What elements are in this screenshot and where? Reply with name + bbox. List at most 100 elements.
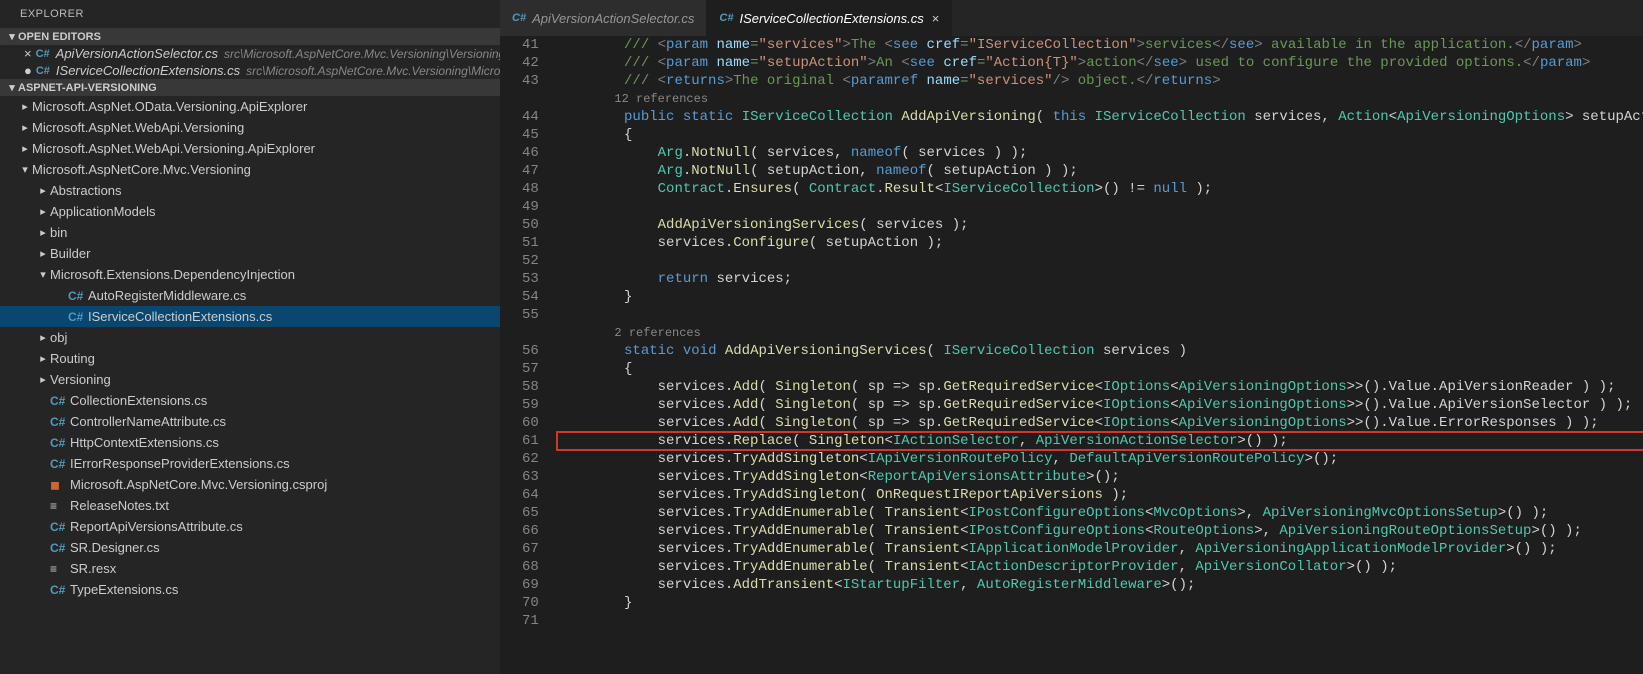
file-item[interactable]: ≡ReleaseNotes.txt	[0, 495, 500, 516]
file-item[interactable]: C#CollectionExtensions.cs	[0, 390, 500, 411]
code-line[interactable]: Arg.NotNull( services, nameof( services …	[557, 144, 1643, 162]
open-editor-item[interactable]: ●C#IServiceCollectionExtensions.cssrc\Mi…	[0, 62, 500, 79]
line-number: 67	[522, 540, 539, 558]
code-lens[interactable]: 12 references	[557, 90, 1643, 108]
csharp-icon: C#	[50, 541, 66, 555]
file-path: src\Microsoft.AspNetCore.Mvc.Versioning\…	[246, 64, 500, 78]
folder-item[interactable]: ▸Abstractions	[0, 180, 500, 201]
line-number: 69	[522, 576, 539, 594]
csharp-icon: C#	[719, 12, 733, 24]
code-line[interactable]: }	[557, 594, 1643, 612]
code-line[interactable]: /// <returns>The original <paramref name…	[557, 72, 1643, 90]
code-line[interactable]	[557, 306, 1643, 324]
tree-label: Abstractions	[50, 183, 122, 198]
line-number: 64	[522, 486, 539, 504]
modified-dot-icon[interactable]: ●	[24, 63, 32, 78]
file-item[interactable]: ≡SR.resx	[0, 558, 500, 579]
code-line[interactable]: {	[557, 360, 1643, 378]
close-icon[interactable]: ×	[932, 11, 940, 26]
tab-label: IServiceCollectionExtensions.cs	[739, 11, 923, 26]
chevron-right-icon: ▸	[36, 184, 50, 197]
tree-label: Microsoft.AspNet.WebApi.Versioning	[32, 120, 244, 135]
code-line[interactable]: /// <param name="services">The <see cref…	[557, 36, 1643, 54]
folder-item[interactable]: ▸Versioning	[0, 369, 500, 390]
folder-item[interactable]: ▸Microsoft.AspNet.WebApi.Versioning	[0, 117, 500, 138]
code-line[interactable]: services.TryAddSingleton( OnRequestIRepo…	[557, 486, 1643, 504]
folder-item[interactable]: ▾Microsoft.Extensions.DependencyInjectio…	[0, 264, 500, 285]
code-body[interactable]: /// <param name="services">The <see cref…	[557, 36, 1643, 674]
line-number: 50	[522, 216, 539, 234]
close-icon[interactable]: ×	[24, 46, 32, 61]
code-line[interactable]: services.TryAddEnumerable( Transient<IPo…	[557, 522, 1643, 540]
file-item[interactable]: C#IErrorResponseProviderExtensions.cs	[0, 453, 500, 474]
code-line[interactable]: services.Configure( setupAction );	[557, 234, 1643, 252]
folder-item[interactable]: ▸Microsoft.AspNet.OData.Versioning.ApiEx…	[0, 96, 500, 117]
code-editor[interactable]: 414243 444546474849505152535455 56575859…	[500, 36, 1643, 674]
chevron-down-icon: ▾	[18, 163, 32, 176]
csharp-icon: C#	[512, 12, 526, 24]
editor-tab[interactable]: C# ApiVersionActionSelector.cs	[500, 0, 707, 36]
tree-label: bin	[50, 225, 67, 240]
tree-label: SR.resx	[70, 561, 116, 576]
folder-item[interactable]: ▸Builder	[0, 243, 500, 264]
code-line[interactable]: services.Add( Singleton( sp => sp.GetReq…	[557, 396, 1643, 414]
line-number: 49	[522, 198, 539, 216]
code-line[interactable]: services.TryAddEnumerable( Transient<IAc…	[557, 558, 1643, 576]
code-line[interactable]: return services;	[557, 270, 1643, 288]
code-line[interactable]: services.Add( Singleton( sp => sp.GetReq…	[557, 378, 1643, 396]
code-line[interactable]: /// <param name="setupAction">An <see cr…	[557, 54, 1643, 72]
folder-item[interactable]: ▸ApplicationModels	[0, 201, 500, 222]
csharp-icon: C#	[50, 415, 66, 429]
explorer-title: EXPLORER	[0, 0, 500, 28]
folder-item[interactable]: ▸Microsoft.AspNet.WebApi.Versioning.ApiE…	[0, 138, 500, 159]
line-gutter: 414243 444546474849505152535455 56575859…	[500, 36, 557, 674]
code-line[interactable]	[557, 198, 1643, 216]
file-item[interactable]: C#AutoRegisterMiddleware.cs	[0, 285, 500, 306]
tree-label: CollectionExtensions.cs	[70, 393, 207, 408]
code-line[interactable]: services.TryAddEnumerable( Transient<IAp…	[557, 540, 1643, 558]
file-item[interactable]: C#SR.Designer.cs	[0, 537, 500, 558]
code-line[interactable]: services.Add( Singleton( sp => sp.GetReq…	[557, 414, 1643, 432]
line-number: 71	[522, 612, 539, 630]
code-line[interactable]: services.TryAddSingleton<ReportApiVersio…	[557, 468, 1643, 486]
file-item[interactable]: C#HttpContextExtensions.cs	[0, 432, 500, 453]
code-line[interactable]: AddApiVersioningServices( services );	[557, 216, 1643, 234]
folder-item[interactable]: ▸bin	[0, 222, 500, 243]
code-line[interactable]: services.TryAddSingleton<IApiVersionRout…	[557, 450, 1643, 468]
code-line[interactable]: Contract.Ensures( Contract.Result<IServi…	[557, 180, 1643, 198]
line-number: 60	[522, 414, 539, 432]
code-line[interactable]	[557, 252, 1643, 270]
code-line[interactable]: }	[557, 288, 1643, 306]
file-item[interactable]: C#IServiceCollectionExtensions.cs	[0, 306, 500, 327]
folder-item[interactable]: ▸Routing	[0, 348, 500, 369]
line-number: 65	[522, 504, 539, 522]
code-lens[interactable]: 2 references	[557, 324, 1643, 342]
file-item[interactable]: ◼Microsoft.AspNetCore.Mvc.Versioning.csp…	[0, 474, 500, 495]
line-number: 56	[522, 342, 539, 360]
folder-item[interactable]: ▸obj	[0, 327, 500, 348]
file-item[interactable]: C#TypeExtensions.cs	[0, 579, 500, 600]
tree-label: ReportApiVersionsAttribute.cs	[70, 519, 243, 534]
code-line[interactable]: services.Replace( Singleton<IActionSelec…	[557, 432, 1643, 450]
folder-item[interactable]: ▾Microsoft.AspNetCore.Mvc.Versioning	[0, 159, 500, 180]
line-number: 55	[522, 306, 539, 324]
code-line[interactable]: services.AddTransient<IStartupFilter, Au…	[557, 576, 1643, 594]
file-item[interactable]: C#ControllerNameAttribute.cs	[0, 411, 500, 432]
code-line[interactable]: static void AddApiVersioningServices( IS…	[557, 342, 1643, 360]
open-editors-header[interactable]: ▾ OPEN EDITORS	[0, 28, 500, 45]
tree-label: Microsoft.AspNet.OData.Versioning.ApiExp…	[32, 99, 307, 114]
code-line[interactable]: {	[557, 126, 1643, 144]
file-name: IServiceCollectionExtensions.cs	[56, 63, 240, 78]
project-header[interactable]: ▾ ASPNET-API-VERSIONING	[0, 79, 500, 96]
open-editor-item[interactable]: ×C#ApiVersionActionSelector.cssrc\Micros…	[0, 45, 500, 62]
code-line[interactable]: public static IServiceCollection AddApiV…	[557, 108, 1643, 126]
line-number: 54	[522, 288, 539, 306]
tab-label: ApiVersionActionSelector.cs	[532, 11, 694, 26]
code-line[interactable]: services.TryAddEnumerable( Transient<IPo…	[557, 504, 1643, 522]
tree-label: TypeExtensions.cs	[70, 582, 178, 597]
editor-tab[interactable]: C# IServiceCollectionExtensions.cs ×	[707, 0, 952, 36]
code-line[interactable]	[557, 612, 1643, 630]
chevron-right-icon: ▸	[36, 373, 50, 386]
file-item[interactable]: C#ReportApiVersionsAttribute.cs	[0, 516, 500, 537]
code-line[interactable]: Arg.NotNull( setupAction, nameof( setupA…	[557, 162, 1643, 180]
